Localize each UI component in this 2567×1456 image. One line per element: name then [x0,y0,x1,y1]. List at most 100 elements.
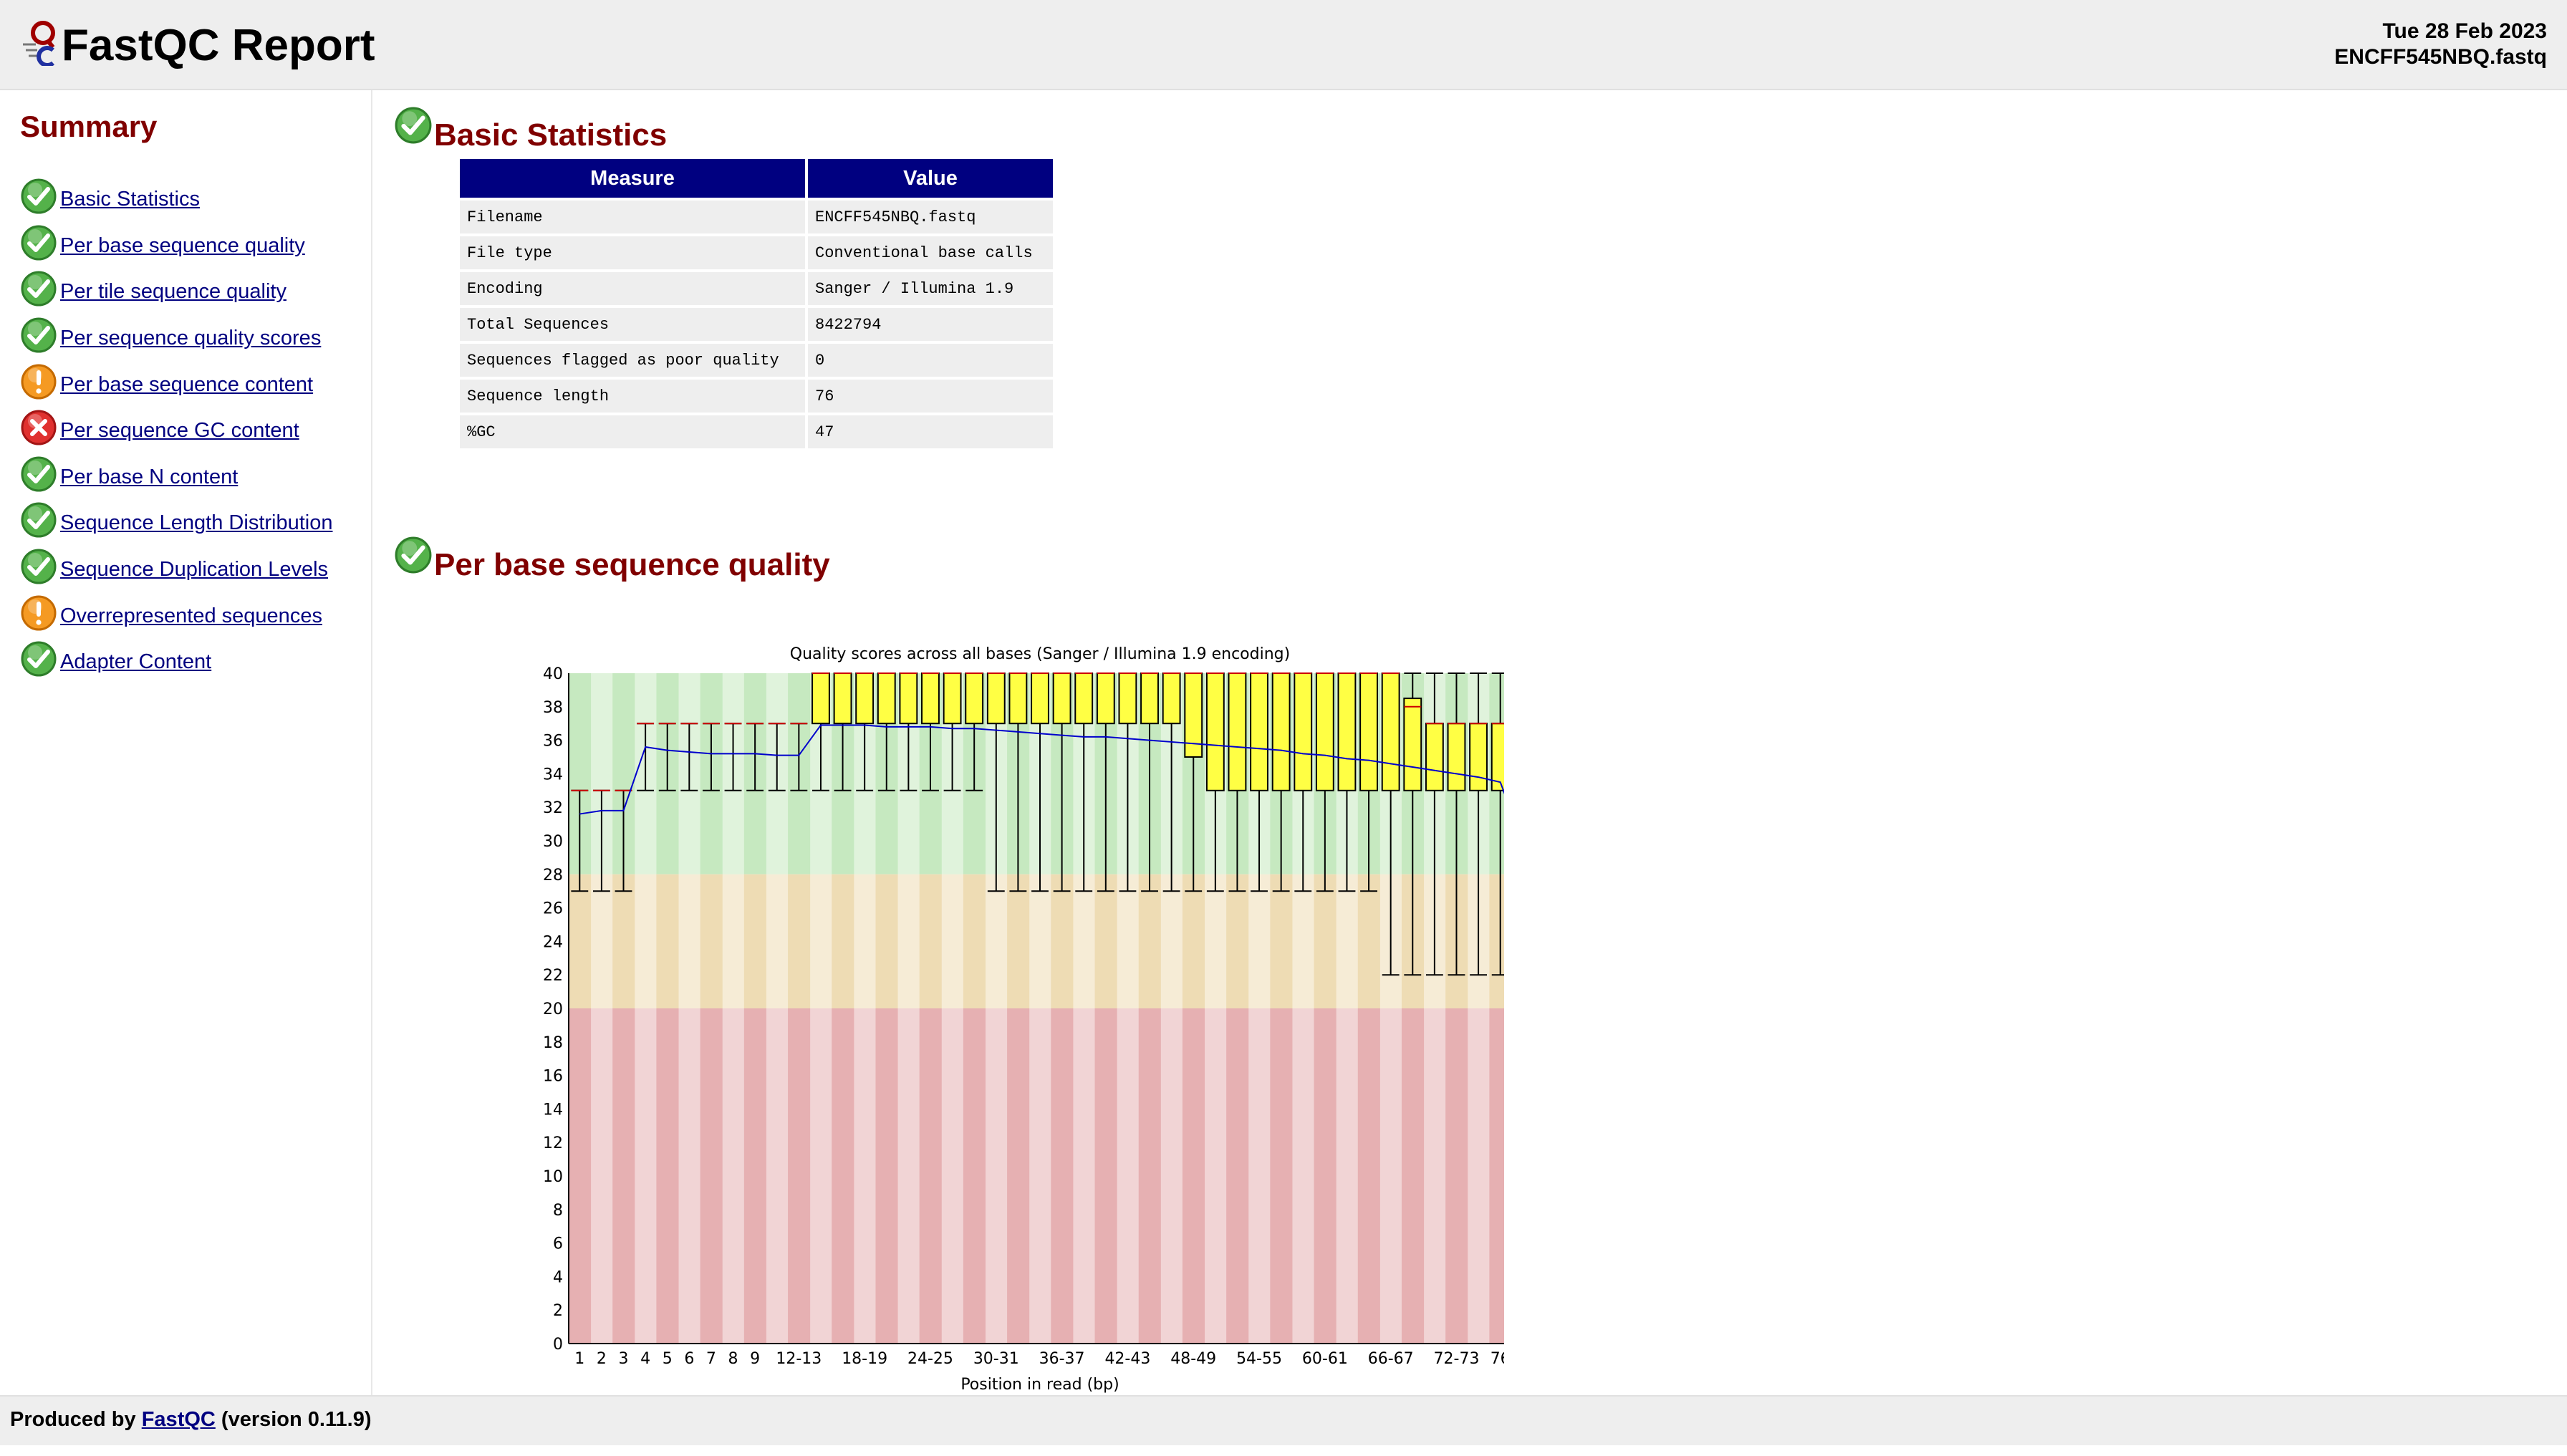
quality-zone [788,1008,811,1344]
table-row: Sequences flagged as poor quality 0 [460,344,1053,377]
value-cell: Conventional base calls [808,236,1053,269]
y-tick-label: 36 [543,733,563,751]
y-tick-label: 4 [553,1268,563,1286]
chart-title: Quality scores across all bases (Sanger … [790,645,1290,663]
y-tick-label: 8 [553,1202,563,1220]
quality-zone [875,874,898,1008]
quality-zone [1138,874,1161,1008]
x-tick-label: 9 [750,1350,760,1368]
quality-zone [766,874,789,1008]
per-base-quality-heading: Per base sequence quality [394,536,830,582]
summary-link[interactable]: Per base sequence quality [60,228,305,258]
summary-title: Summary [20,110,158,143]
report-filename: ENCFF545NBQ.fastq [2334,45,2547,69]
x-tick-label: 54-55 [1236,1350,1282,1368]
quality-zone [1204,1008,1227,1344]
iqr-box [833,672,852,725]
iqr-box [899,672,918,725]
table-body: Filename ENCFF545NBQ.fastq File type Conven… [460,201,1053,448]
pass-icon [20,455,57,493]
quality-zone [722,874,745,1008]
x-tick-label: 6 [684,1350,694,1368]
value-cell: Sanger / Illumina 1.9 [808,272,1053,305]
summary-link[interactable]: Sequence Duplication Levels [60,551,328,582]
quality-zone [809,874,832,1008]
fastqc-link[interactable]: FastQC [142,1408,216,1431]
quality-zone [1423,1008,1446,1344]
quality-zone [1291,874,1315,1008]
quality-zone [1007,874,1030,1008]
x-axis-label: Position in read (bp) [960,1376,1119,1394]
iqr-box [877,672,896,725]
x-tick-label: 18-19 [842,1350,887,1368]
x-tick-label: 36-37 [1039,1350,1085,1368]
iqr-box [1162,672,1181,725]
iqr-box [943,672,962,725]
y-tick-label: 32 [543,799,563,817]
summary-link[interactable]: Adapter Content [60,644,211,674]
x-tick-label: 48-49 [1170,1350,1216,1368]
summary-link[interactable]: Per tile sequence quality [60,274,286,304]
y-tick-label: 14 [543,1101,563,1119]
pass-icon [20,270,57,307]
summary-link[interactable]: Per base sequence content [60,367,313,397]
summary-link[interactable]: Sequence Length Distribution [60,505,332,535]
quality-zone [1160,874,1183,1008]
value-cell: 8422794 [808,308,1053,341]
quality-zone [941,1008,964,1344]
measure-cell: %GC [460,415,805,448]
summary-link[interactable]: Per base N content [60,459,238,489]
pass-icon [20,224,57,261]
measure-cell: Encoding [460,272,805,305]
quality-zone [1182,874,1205,1008]
quality-zone [1270,874,1293,1008]
value-cell: ENCFF545NBQ.fastq [808,201,1053,233]
value-cell: 0 [808,344,1053,377]
quality-zone [1291,1008,1315,1344]
summary-item: Per tile sequence quality [20,266,332,312]
quality-zone [569,874,592,1008]
quality-zone [1094,874,1117,1008]
summary-link[interactable]: Per sequence quality scores [60,320,321,350]
quality-zone [1007,1008,1030,1344]
quality-chart: Quality scores across all bases (Sanger … [430,600,1561,1452]
table-row: Sequence length 76 [460,380,1053,413]
quality-zone [1182,1008,1205,1344]
x-tick-label: 8 [728,1350,738,1368]
quality-zone [612,1008,635,1344]
pass-icon [20,178,57,215]
iqr-box [1469,723,1488,791]
quality-zone [1029,874,1051,1008]
y-tick-label: 10 [543,1168,563,1186]
pass-icon [394,536,433,574]
quality-zone [1117,874,1140,1008]
warn-icon [20,363,57,400]
summary-link[interactable]: Per sequence GC content [60,413,299,443]
iqr-box [921,672,940,725]
measure-cell: Sequences flagged as poor quality [460,344,805,377]
footer-text: Produced by FastQC (version 0.11.9) [10,1407,371,1432]
quality-zone [919,874,942,1008]
summary-link[interactable]: Overrepresented sequences [60,598,322,628]
quality-zone [919,1008,942,1344]
y-tick-label: 18 [543,1034,563,1052]
report-header: FastQC Report Tue 28 Feb 2023 ENCFF545NB… [0,0,2567,90]
quality-zone [1270,1008,1293,1344]
iqr-box [1271,672,1291,791]
basic-statistics-heading: Basic Statistics [394,106,667,153]
summary-item: Per base sequence content [20,358,332,405]
y-tick-label: 22 [543,967,563,985]
quality-zone [788,874,811,1008]
quality-zone [832,1008,854,1344]
quality-zone [1072,1008,1096,1344]
quality-zone [766,1008,789,1344]
page-footer: Produced by FastQC (version 0.11.9) [0,1395,2567,1445]
quality-zone [963,874,986,1008]
quality-zone [700,1008,723,1344]
column-header-value: Value [808,159,1053,198]
quality-zone [1226,874,1249,1008]
iqr-box [1425,723,1444,791]
iqr-box [1118,672,1137,725]
summary-link[interactable]: Basic Statistics [60,181,200,211]
iqr-box [1205,672,1225,791]
